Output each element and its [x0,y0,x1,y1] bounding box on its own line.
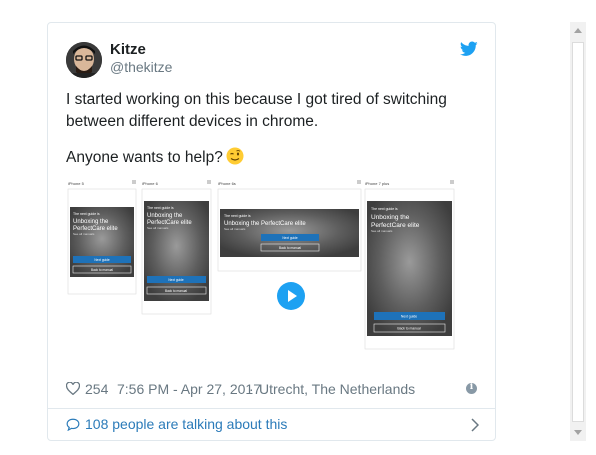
device-primary-button: Next guide [282,236,297,240]
tweet-text: I started working on this because I got … [66,89,481,169]
scroll-up-arrow-icon[interactable] [574,28,582,33]
chevron-right-icon [471,418,479,432]
heart-icon[interactable] [66,382,80,395]
timestamp-link[interactable]: 7:56 PM - Apr 27, 2017 [117,381,261,397]
video-preview[interactable]: iPhone 5 The next guide is Unboxing the … [66,179,477,371]
winking-face-emoji-icon [226,147,244,165]
device-sub: See all manuals [147,226,169,230]
device-primary-button: Next guide [94,258,109,262]
device-title: Unboxing the [371,214,410,221]
device-guide-text: The next guide is [73,212,100,216]
twitter-bird-icon[interactable] [460,41,478,57]
device-title: Unboxing the [147,213,183,219]
play-icon[interactable] [277,282,305,310]
device-guide-text: The next guide is [371,207,398,211]
meta-separator: · [249,381,254,397]
conversation-label: 108 people are talking about this [85,416,288,432]
device-secondary-button: Back to manual [279,246,301,250]
speech-bubble-icon [66,418,80,431]
device-sub: See all manuals [224,227,246,231]
device-label: iPhone 7 plus [365,181,389,186]
author-name[interactable]: Kitze [110,41,146,58]
avatar[interactable] [66,42,102,78]
tweet-text-line: I started working on this because I got … [66,91,447,130]
scroll-down-arrow-icon[interactable] [574,430,582,435]
divider [48,408,495,409]
conversation-link[interactable]: 108 people are talking about this [66,415,479,435]
device-title: PerfectCare elite [371,222,420,229]
author-handle[interactable]: @thekitze [110,59,172,75]
info-icon[interactable] [466,382,477,394]
device-frame: iPhone 5 The next guide is Unboxing the … [67,180,137,295]
tweet-meta: 254 7:56 PM - Apr 27, 2017 · Utrecht, Th… [66,380,477,400]
scrollbar-thumb[interactable] [572,42,584,422]
device-sub: See all manuals [73,232,95,236]
device-frame: iPhone 7 plus The next guide is Unboxing… [364,180,455,350]
tweet-card: Kitze @thekitze I started working on thi… [47,22,496,441]
device-primary-button: Next guide [401,315,417,319]
tweet-question: Anyone wants to help? [66,149,223,166]
location-link[interactable]: Utrecht, The Netherlands [259,381,415,397]
device-guide-text: The next guide is [224,214,251,218]
device-secondary-button: Back to manual [91,268,113,272]
like-count[interactable]: 254 [85,381,108,397]
device-label: iPhone 6 [142,181,159,186]
device-label: iPhone 6s [218,181,236,186]
tweet-text-line: Anyone wants to help? [66,147,481,169]
device-secondary-button: Back to manual [397,327,421,331]
device-secondary-button: Back to manual [165,289,187,293]
device-frame: iPhone 6s The next guide is Unboxing the… [217,180,362,272]
device-title: Unboxing the [73,219,109,225]
device-sub: See all manuals [371,229,393,233]
device-guide-text: The next guide is [147,206,174,210]
device-label: iPhone 5 [68,181,85,186]
scrollbar[interactable] [570,22,586,441]
device-primary-button: Next guide [168,278,183,282]
device-frame: iPhone 6 The next guide is Unboxing the … [141,180,212,315]
